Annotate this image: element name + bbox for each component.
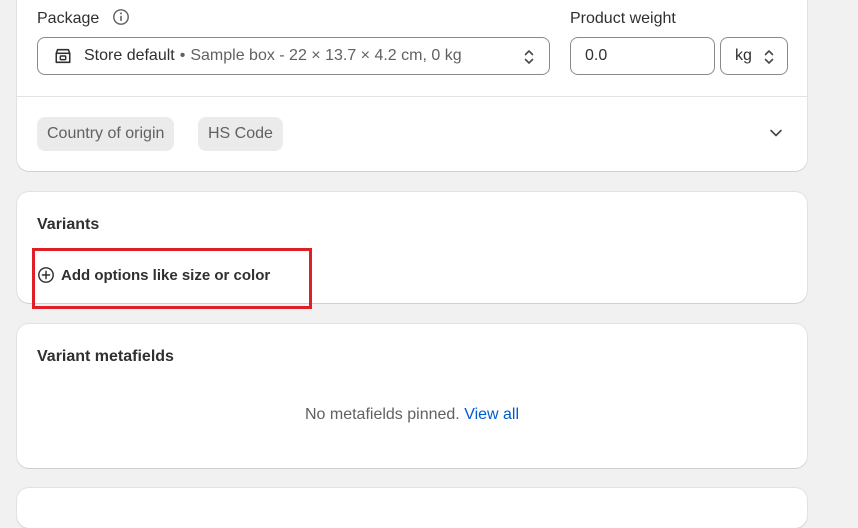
package-separator: • [179,47,186,64]
product-weight-input[interactable]: 0.0 [570,37,715,75]
package-selected-name: Store default [84,47,175,64]
country-of-origin-chip[interactable]: Country of origin [37,117,175,151]
hs-code-chip[interactable]: HS Code [198,117,283,151]
weight-unit-value: kg [735,47,752,64]
next-card [17,488,807,528]
package-selected-detail: Sample box - 22 × 13.7 × 4.2 cm, 0 kg [190,47,462,64]
chevron-down-icon[interactable] [769,126,783,140]
weight-unit-select[interactable]: kg [720,37,788,75]
variants-title: Variants [37,216,100,233]
package-label: Package [37,10,100,27]
product-weight-label: Product weight [570,10,676,27]
metafields-empty-state: No metafields pinned. View all [17,406,807,424]
updown-arrows-icon [524,50,534,64]
shipping-card: Package Product weight Store default • S… [17,0,807,171]
variant-metafields-title: Variant metafields [37,348,174,365]
highlight-box [32,248,312,309]
variant-metafields-card: Variant metafields No metafields pinned.… [17,324,807,468]
package-box-icon [55,48,71,64]
updown-arrows-icon [764,50,774,64]
package-select[interactable]: Store default • Sample box - 22 × 13.7 ×… [37,37,550,75]
no-metafields-text: No metafields pinned. [304,406,460,423]
view-all-link[interactable]: View all [464,406,519,423]
info-icon[interactable] [112,8,130,26]
section-divider [17,96,807,97]
